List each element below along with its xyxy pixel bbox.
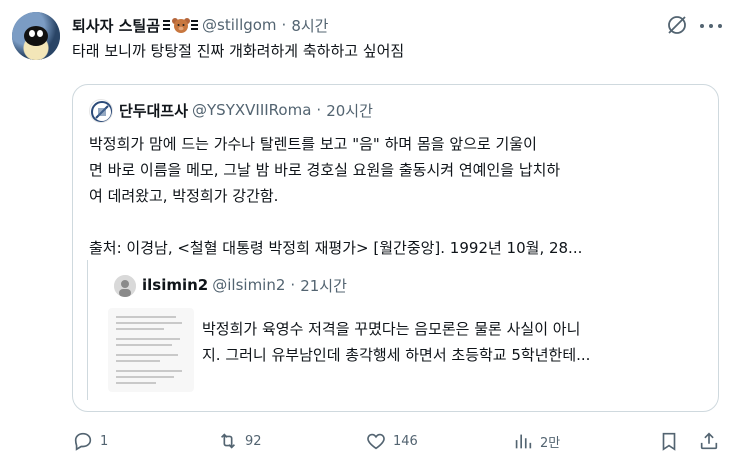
share-button[interactable]: [698, 424, 720, 458]
inner-time: 21시간: [300, 276, 347, 295]
retweet-count: 92: [245, 433, 262, 449]
quote-line: 박정희가 맘에 드는 가수나 탈렌트를 보고 "음" 하며 몸을 앞으로 기울이: [89, 135, 537, 153]
quote-author-name: 단두대프사: [119, 101, 189, 120]
separator-dot: ·: [316, 101, 322, 119]
quote-time: 20시간: [326, 101, 373, 120]
views-icon: [515, 434, 532, 449]
reply-icon: [74, 432, 92, 451]
quote-text: 박정희가 맘에 드는 가수나 탈렌트를 보고 "음" 하며 몸을 앞으로 기울이…: [89, 131, 704, 261]
retweet-button[interactable]: 92: [217, 424, 262, 458]
inner-author-avatar: [114, 275, 136, 297]
inner-image-thumbnail[interactable]: [108, 308, 194, 392]
author-avatar[interactable]: [12, 12, 60, 60]
quote-author-handle: @YSYXVIIIRoma: [192, 101, 312, 119]
inner-header: ilsimin2 @ilsimin2 · 21시간: [142, 274, 347, 296]
author-handle[interactable]: @stillgom: [202, 16, 277, 34]
quote-header: 단두대프사 @YSYXVIIIRoma · 20시간: [119, 99, 373, 121]
like-count: 146: [393, 433, 418, 449]
quote-source-line: 출처: 이경남, <철혈 대통령 박정희 재평가> [월간중앙]. 1992년 …: [89, 239, 583, 257]
reply-count: 1: [100, 433, 109, 449]
grok-icon[interactable]: [666, 14, 688, 36]
like-icon: [367, 433, 385, 450]
quote-author-avatar: [89, 99, 113, 123]
inner-line: 박정희가 육영수 저격을 꾸몄다는 음모론은 물론 사실이 아니: [202, 320, 581, 338]
nested-quoted-tweet[interactable]: ilsimin2 @ilsimin2 · 21시간 박정희가 육영수 저격을 꾸…: [87, 260, 707, 400]
inner-author-handle: @ilsimin2: [212, 276, 286, 294]
inner-text: 박정희가 육영수 저격을 꾸몄다는 음모론은 물론 사실이 아니 지. 그러니 …: [202, 316, 590, 368]
quoted-tweet[interactable]: 단두대프사 @YSYXVIIIRoma · 20시간 박정희가 맘에 드는 가수…: [72, 84, 719, 412]
action-bar: 1 92 146 2만: [72, 424, 728, 458]
views-count: 2만: [540, 435, 561, 451]
inner-line: 지. 그러니 유부남인데 총각행세 하면서 초등학교 5학년한테...: [202, 346, 591, 364]
tweet-header: 퇴사자 스틸곰 @stillgom · 8시간: [72, 14, 328, 36]
retweet-icon: [220, 433, 236, 449]
reply-button[interactable]: 1: [72, 424, 108, 458]
tweet-time[interactable]: 8시간: [291, 15, 328, 36]
like-button[interactable]: 146: [365, 424, 418, 458]
tweet-text: 타래 보니까 탕탕절 진짜 개화려하게 축하하고 싶어짐: [72, 42, 405, 60]
share-icon: [700, 432, 718, 450]
views-button[interactable]: 2만: [512, 424, 560, 458]
flag-bear-emoji-icon: [162, 16, 199, 34]
more-icon[interactable]: [700, 16, 722, 36]
author-name[interactable]: 퇴사자 스틸곰: [72, 15, 160, 36]
separator-dot: ·: [290, 276, 296, 294]
bookmark-button[interactable]: [658, 424, 680, 458]
bookmark-icon: [662, 432, 676, 451]
quote-line: 면 바로 이름을 메모, 그날 밤 바로 경호실 요원을 출동시켜 연예인을 납…: [89, 161, 561, 179]
inner-author-name: ilsimin2: [142, 276, 209, 294]
quote-line: 여 데려왔고, 박정희가 강간함.: [89, 187, 279, 205]
separator-dot: ·: [281, 16, 287, 34]
